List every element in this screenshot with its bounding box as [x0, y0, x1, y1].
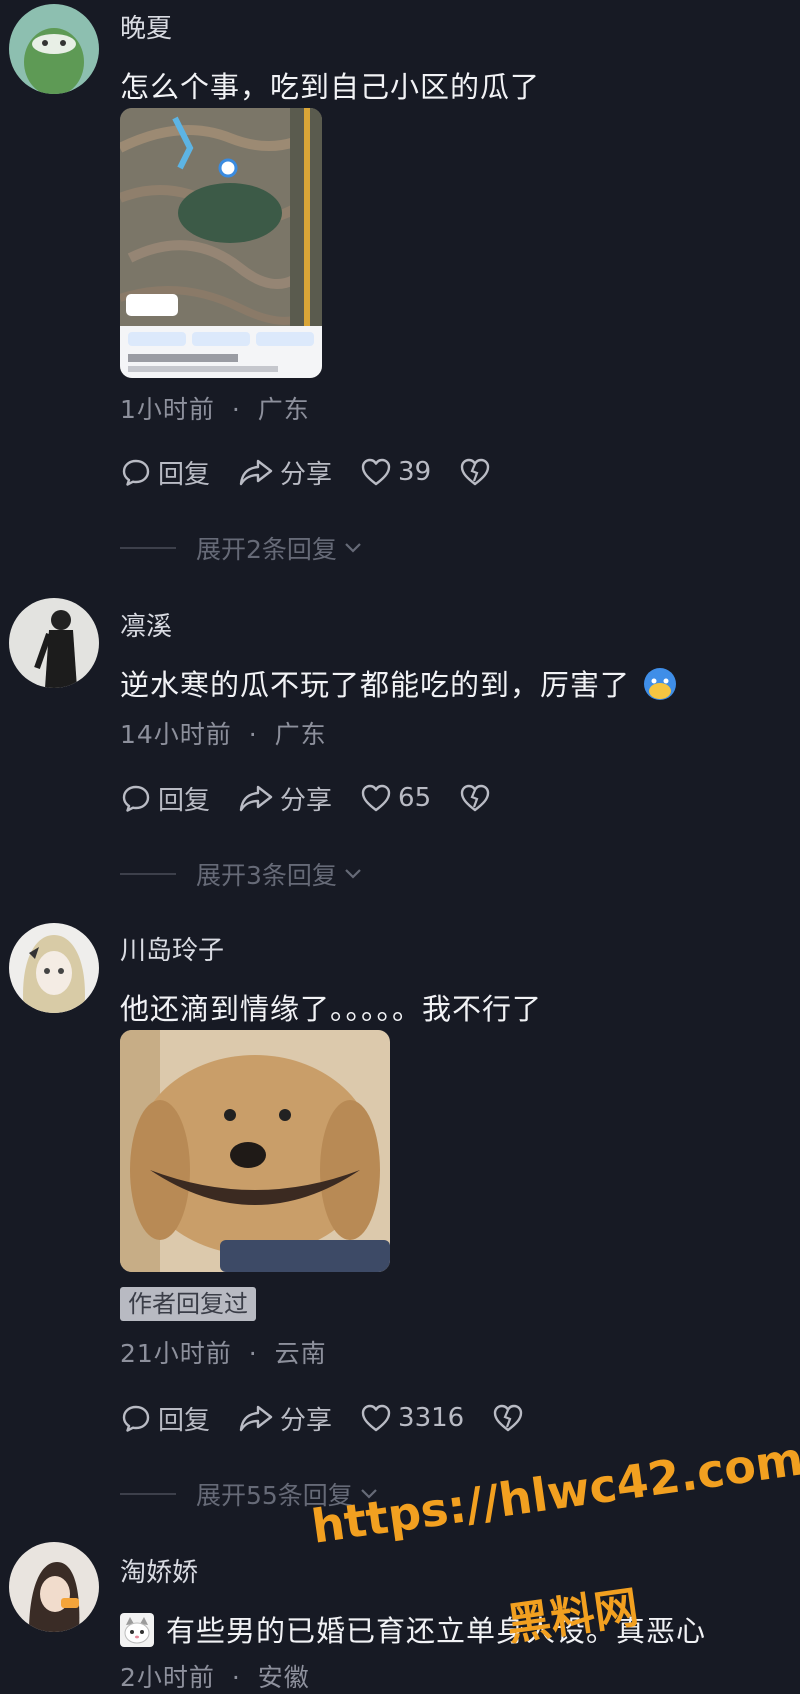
reply-label: 回复	[158, 785, 211, 816]
share-button[interactable]: 分享	[238, 454, 332, 491]
share-icon	[239, 1405, 273, 1432]
share-icon	[239, 785, 273, 812]
heart-icon	[361, 1404, 391, 1432]
meta-separator: ·	[248, 720, 258, 749]
chevron-down-icon	[345, 543, 361, 553]
heart-icon	[361, 458, 391, 486]
comment-time: 14小时前	[120, 720, 232, 749]
comment-location: 安徽	[257, 1663, 310, 1692]
chevron-down-icon	[345, 869, 361, 879]
avatar[interactable]	[9, 1542, 99, 1632]
expand-replies-button[interactable]: 展开2条回复	[120, 532, 363, 564]
dislike-button[interactable]	[459, 457, 497, 487]
reply-label: 回复	[158, 459, 211, 490]
reply-button[interactable]: 回复	[120, 454, 210, 491]
reply-button[interactable]: 回复	[120, 780, 210, 817]
comment-actions: 回复 分享 39	[120, 452, 525, 492]
heart-icon	[361, 784, 391, 812]
comment-actions: 回复 分享 3316	[120, 1398, 558, 1438]
comment-text: 他还滴到情缘了。。。。。我不行了	[120, 992, 543, 1026]
share-icon	[239, 459, 273, 486]
share-button[interactable]: 分享	[238, 1400, 332, 1437]
comment-meta: 21小时前 · 云南	[120, 1334, 327, 1370]
reply-icon	[122, 459, 150, 486]
comment-meta: 2小时前 · 安徽	[120, 1658, 310, 1694]
like-count: 39	[398, 457, 432, 487]
divider-line	[120, 547, 176, 549]
username[interactable]: 川岛玲子	[120, 930, 224, 967]
meta-separator: ·	[248, 1339, 258, 1368]
comment-image-map[interactable]	[120, 108, 322, 378]
comment-location: 广东	[274, 720, 327, 749]
dislike-icon	[494, 1404, 523, 1432]
avatar[interactable]	[9, 4, 99, 94]
divider-line	[120, 1493, 176, 1495]
like-count: 65	[398, 783, 432, 813]
like-button[interactable]: 39	[360, 457, 431, 487]
comment-meta: 14小时前 · 广东	[120, 715, 327, 751]
reply-icon	[122, 785, 150, 812]
comment-time: 21小时前	[120, 1339, 232, 1368]
cat-sticker-icon	[120, 1612, 154, 1654]
comment-text: 逆水寒的瓜不玩了都能吃的到，厉害了	[120, 662, 678, 709]
comment-location: 广东	[257, 395, 310, 424]
expand-replies-label: 展开2条回复	[196, 535, 337, 564]
like-button[interactable]: 65	[360, 783, 431, 813]
expand-replies-button[interactable]: 展开3条回复	[120, 858, 363, 890]
reply-icon	[122, 1405, 150, 1432]
divider-line	[120, 873, 176, 875]
username[interactable]: 晚夏	[120, 8, 172, 45]
comment-image-dog[interactable]	[120, 1030, 390, 1272]
watermark-url: https://hlwc42.com	[308, 1431, 800, 1554]
avatar[interactable]	[9, 923, 99, 1013]
share-label: 分享	[280, 459, 333, 490]
dislike-icon	[460, 458, 490, 486]
like-count: 3316	[398, 1403, 465, 1433]
share-button[interactable]: 分享	[238, 780, 332, 817]
meta-separator: ·	[231, 1663, 241, 1692]
comment-actions: 回复 分享 65	[120, 778, 525, 818]
comment-location: 云南	[274, 1339, 327, 1368]
dislike-icon	[460, 784, 490, 812]
comment-text: 怎么个事，吃到自己小区的瓜了	[120, 70, 541, 104]
like-button[interactable]: 3316	[360, 1403, 464, 1433]
comment-time: 1小时前	[120, 395, 215, 424]
comment-text-content: 逆水寒的瓜不玩了都能吃的到，厉害了	[120, 668, 631, 702]
reply-label: 回复	[158, 1405, 211, 1436]
reply-button[interactable]: 回复	[120, 1400, 210, 1437]
author-replied-badge: 作者回复过	[120, 1287, 256, 1321]
comment-meta: 1小时前 · 广东	[120, 390, 310, 426]
expand-replies-label: 展开3条回复	[196, 861, 337, 890]
meta-separator: ·	[231, 395, 241, 424]
username[interactable]: 凛溪	[120, 606, 172, 643]
username[interactable]: 淘娇娇	[120, 1552, 198, 1589]
share-label: 分享	[280, 785, 333, 816]
embarrassed-emoji-icon	[642, 666, 678, 709]
avatar[interactable]	[9, 598, 99, 688]
dislike-button[interactable]	[492, 1403, 530, 1433]
comment-time: 2小时前	[120, 1663, 215, 1692]
share-label: 分享	[280, 1405, 333, 1436]
dislike-button[interactable]	[459, 783, 497, 813]
